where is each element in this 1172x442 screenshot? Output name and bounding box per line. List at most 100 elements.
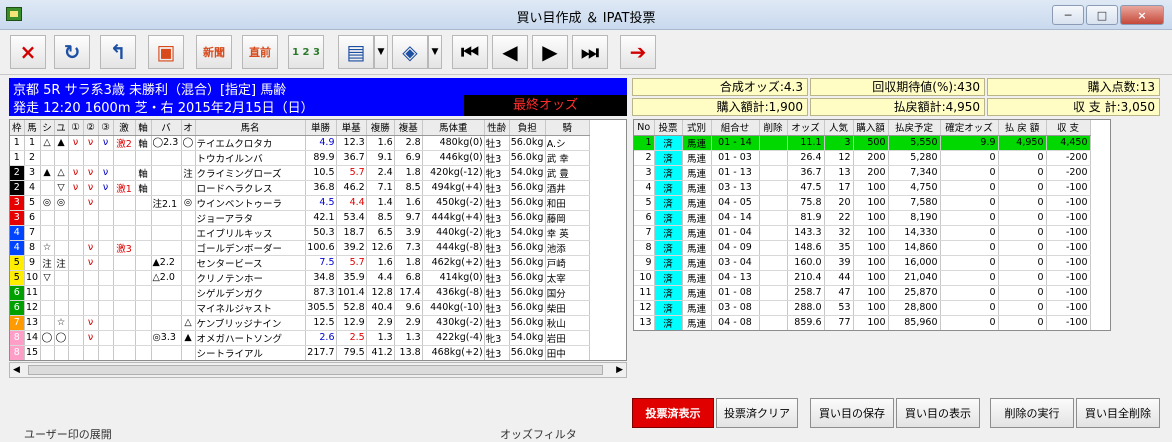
- bet-row[interactable]: 13 済馬連 04 - 08 859.6 77 100 85,960 0 0 -100: [634, 315, 1091, 330]
- horse-table-scrollbar[interactable]: ◀ ▶: [9, 362, 627, 378]
- horse-col-header[interactable]: 枠: [10, 120, 25, 136]
- horse-cell-name: シゲルデンガク: [195, 285, 306, 301]
- scroll-right-icon[interactable]: ▶: [616, 365, 623, 375]
- horse-col-header[interactable]: オ: [181, 120, 196, 136]
- horse-row[interactable]: 7 13 ☆ ν △ ケンブリッジナイン 12.5 12.9 2.9 2.9 430kg(-2) 牡3…: [10, 315, 590, 331]
- horse-col-header[interactable]: 馬体重: [422, 120, 485, 136]
- horse-col-header[interactable]: ③: [98, 120, 114, 136]
- horse-col-header[interactable]: 馬: [24, 120, 41, 136]
- horse-col-header[interactable]: 複基: [394, 120, 423, 136]
- horse-col-header[interactable]: ユ: [54, 120, 69, 136]
- horse-col-header[interactable]: 単勝: [305, 120, 337, 136]
- bet-row[interactable]: 1 済馬連 01 - 14 11.1 3 500 5,550 9.9 4,950 4,450: [634, 135, 1091, 151]
- horse-col-header[interactable]: 馬名: [195, 120, 306, 136]
- horse-cell-name: ケンブリッジナイン: [195, 315, 306, 331]
- bet-col-header[interactable]: 人気: [824, 120, 854, 136]
- bet-row[interactable]: 7 済馬連 01 - 04 143.3 32 100 14,330 0 0 -100: [634, 225, 1091, 241]
- clear-voted-button[interactable]: 投票済クリア: [716, 398, 798, 428]
- document-icon[interactable]: ▤: [338, 35, 374, 69]
- horse-col-header[interactable]: 騎: [545, 120, 590, 136]
- horse-cell-weight: 436kg(-8): [422, 285, 485, 301]
- bet-col-header[interactable]: 削除: [759, 120, 788, 136]
- delete-all-bets-button[interactable]: 買い目全削除: [1076, 398, 1160, 428]
- bet-row[interactable]: 6 済馬連 04 - 14 81.9 22 100 8,190 0 0 -100: [634, 210, 1091, 226]
- horse-row[interactable]: 2 3 ▲ △ ν ν ν 軸注クライミングローズ 10.5 5.7 2.4 1.8 420kg(-12…: [10, 165, 590, 181]
- document-dropdown-icon[interactable]: ▼: [374, 35, 388, 69]
- horse-row[interactable]: 3 5 ◎ ◎ ν 注2.1 ◎ ウインベントゥーラ 4.5 4.4 1.4 1.6 450kg(-2)…: [10, 195, 590, 211]
- bet-cell-vote: 済: [654, 240, 683, 256]
- shinbun-button[interactable]: 新聞: [196, 35, 232, 69]
- maximize-button[interactable]: □: [1086, 5, 1118, 25]
- execute-delete-button[interactable]: 削除の実行: [990, 398, 1074, 428]
- undo-icon[interactable]: ↰: [100, 35, 136, 69]
- horse-cell-jockey: 柴田: [545, 300, 590, 316]
- horse-cell-o: [181, 300, 196, 316]
- last-race-icon[interactable]: ⏭: [572, 35, 608, 69]
- horse-col-header[interactable]: ①: [68, 120, 84, 136]
- bet-row[interactable]: 8 済馬連 04 - 09 148.6 35 100 14,860 0 0 -100: [634, 240, 1091, 256]
- list-icon[interactable]: 1 2 3: [288, 35, 324, 69]
- horse-row[interactable]: 4 8 ☆ ν 激3 ゴールデンボーダー 100.6 39.2 12.6 7.3 444kg(-8)…: [10, 240, 590, 256]
- horse-col-header[interactable]: 負担: [509, 120, 546, 136]
- horse-row[interactable]: 3 6 ジョーアラタ 42.1 53.4 8.5 9.7 444kg(+4) 牡3 56.0kg 藤…: [10, 210, 590, 226]
- show-voted-button[interactable]: 投票済表示: [632, 398, 714, 428]
- horse-row[interactable]: 6 11 シゲルデンガク 87.3 101.4 12.8 17.4 436kg(-8) 牡3 56…: [10, 285, 590, 301]
- refresh-icon[interactable]: ↻: [54, 35, 90, 69]
- scroll-thumb[interactable]: [28, 365, 603, 375]
- bet-dropdown-icon[interactable]: ▼: [428, 35, 442, 69]
- bet-table[interactable]: No 投票 式別 組合せ 削除 オッズ 人気 購入額 払戻予定 確定オッズ払 戻 額収 支 1済馬…: [633, 119, 1111, 331]
- bet-col-header[interactable]: 確定オッズ: [940, 120, 999, 136]
- bet-col-header[interactable]: 購入額: [853, 120, 889, 136]
- bet-row[interactable]: 12 済馬連 03 - 08 288.0 53 100 28,800 0 0 -100: [634, 300, 1091, 316]
- save-bets-button[interactable]: 買い目の保存: [810, 398, 894, 428]
- display-bets-button[interactable]: 買い目の表示: [896, 398, 980, 428]
- horse-col-header[interactable]: シ: [40, 120, 55, 136]
- bet-row[interactable]: 2 済馬連 01 - 03 26.4 12 200 5,280 0 0 -200: [634, 150, 1091, 166]
- next-race-icon[interactable]: ▶: [532, 35, 568, 69]
- horse-row[interactable]: 8 15 シートライアル 217.7 79.5 41.2 13.8 468kg(+2) 牡3 56…: [10, 345, 590, 360]
- close-icon[interactable]: ×: [10, 35, 46, 69]
- close-button[interactable]: ×: [1120, 5, 1164, 25]
- bet-row[interactable]: 9 済馬連 03 - 04 160.0 39 100 16,000 0 0 -100: [634, 255, 1091, 271]
- bet-col-header[interactable]: 払戻予定: [888, 120, 941, 136]
- horse-cell-waku: 4: [10, 240, 25, 256]
- horse-row[interactable]: 1 2 トウカイルンバ 89.9 36.7 9.1 6.9 446kg(0) 牡3 56.0kg 武…: [10, 150, 590, 166]
- first-race-icon[interactable]: ⏮: [452, 35, 488, 69]
- bet-col-header[interactable]: No: [634, 120, 655, 136]
- horse-col-header[interactable]: 激: [113, 120, 136, 136]
- scroll-left-icon[interactable]: ◀: [13, 365, 20, 375]
- horse-cell-ba: [151, 315, 182, 331]
- bet-row[interactable]: 4 済馬連 03 - 13 47.5 17 100 4,750 0 0 -100: [634, 180, 1091, 196]
- horse-col-header[interactable]: 性齢: [484, 120, 510, 136]
- bet-col-header[interactable]: 払 戻 額: [998, 120, 1047, 136]
- horse-col-header[interactable]: バ: [151, 120, 182, 136]
- ipat-icon[interactable]: ➔: [620, 35, 656, 69]
- bet-col-header[interactable]: 組合せ: [711, 120, 760, 136]
- horse-col-header[interactable]: 軸: [135, 120, 152, 136]
- window-icon[interactable]: ▣: [148, 35, 184, 69]
- horse-col-header[interactable]: ②: [83, 120, 99, 136]
- horse-col-header[interactable]: 単基: [336, 120, 367, 136]
- horse-row[interactable]: 5 10 ▽ △2.0 クリノテンホー 34.8 35.9 4.4 6.8 414kg(0) 牡3 5…: [10, 270, 590, 286]
- chokuzen-button[interactable]: 直前: [242, 35, 278, 69]
- bet-col-header[interactable]: 収 支: [1046, 120, 1091, 136]
- horse-row[interactable]: 2 4 ▽ ν ν ν 激1 軸ロードヘラクレス 36.8 46.2 7.1 8.5 494kg(+4)…: [10, 180, 590, 196]
- prev-race-icon[interactable]: ◀: [492, 35, 528, 69]
- bet-icon[interactable]: ◈: [392, 35, 428, 69]
- horse-row[interactable]: 6 12 マイネルジャスト 305.5 52.8 40.4 9.6 440kg(-10) 牡3 5…: [10, 300, 590, 316]
- bet-row[interactable]: 5 済馬連 04 - 05 75.8 20 100 7,580 0 0 -100: [634, 195, 1091, 211]
- bet-row[interactable]: 11 済馬連 01 - 08 258.7 47 100 25,870 0 0 -100: [634, 285, 1091, 301]
- horse-row[interactable]: 8 14 ◯ ◯ ν ◎3.3 ▲ オメガハートソング 2.6 2.5 1.3 1.3 422kg(-4…: [10, 330, 590, 346]
- horse-row[interactable]: 5 9 注注 ν ▲2.2 センタービース 7.5 5.7 1.6 1.8 462kg(+2) 牡3 5…: [10, 255, 590, 271]
- horse-row[interactable]: 1 1 △ ▲ ν ν ν 激2 軸 ◯2.3 ◯ テイエムクロタカ 4.9 12.3 1.6 2.8 480k…: [10, 135, 590, 151]
- odds-status: 最終オッズ: [464, 95, 627, 116]
- bet-col-header[interactable]: オッズ: [787, 120, 825, 136]
- horse-col-header[interactable]: 複勝: [366, 120, 395, 136]
- bet-col-header[interactable]: 式別: [682, 120, 712, 136]
- bet-row[interactable]: 10 済馬連 04 - 13 210.4 44 100 21,040 0 0 -100: [634, 270, 1091, 286]
- horse-row[interactable]: 4 7 エイブリルキッス 50.3 18.7 6.5 3.9 440kg(-2) 牝3 54.0k…: [10, 225, 590, 241]
- bet-col-header[interactable]: 投票: [654, 120, 683, 136]
- bet-row[interactable]: 3 済馬連 01 - 13 36.7 13 200 7,340 0 0 -200: [634, 165, 1091, 181]
- minimize-button[interactable]: ─: [1052, 5, 1084, 25]
- horse-table[interactable]: 枠馬シユ ① ② ③ 激軸バオ馬名 単勝 単基 複勝 複基 馬体重 性齢 負担騎 1 1 △ ▲ ν ν ν 激2 軸…: [9, 119, 627, 361]
